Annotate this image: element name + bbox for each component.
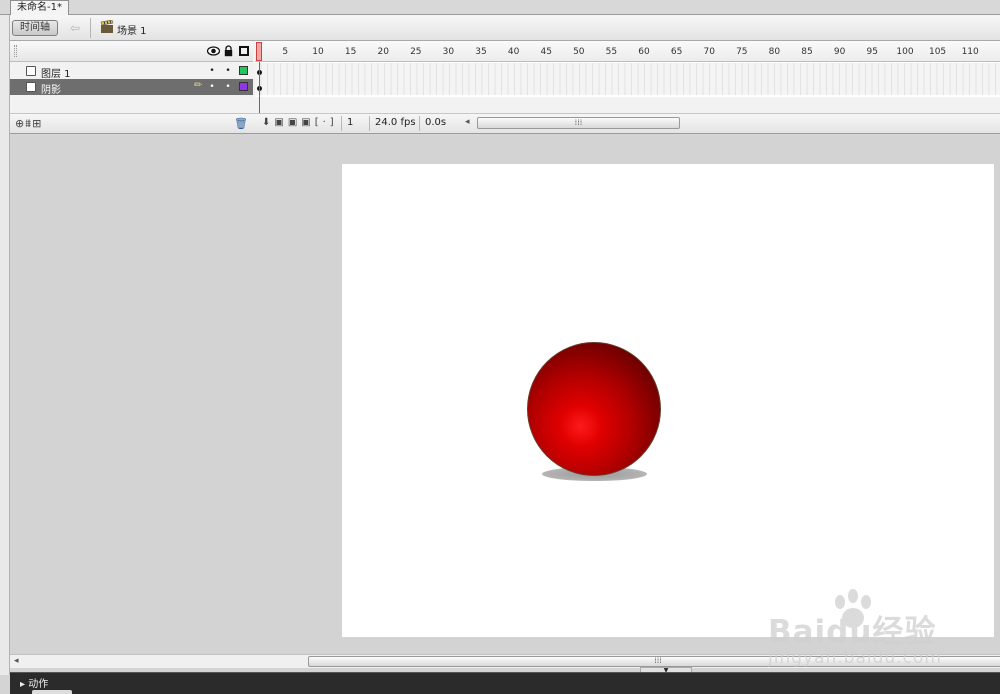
document-tab[interactable]: 未命名-1*	[10, 0, 69, 15]
eye-icon[interactable]	[207, 46, 220, 56]
left-arrow-icon[interactable]: ⇦	[70, 20, 80, 36]
edit-bar: 时间轴 ⇦ 场景 1	[10, 15, 1000, 41]
pencil-icon: ✏	[194, 80, 203, 91]
ruler-number: 65	[670, 47, 683, 57]
outline-icon[interactable]	[239, 46, 249, 56]
watermark-url: jingyan.baidu.com	[768, 648, 942, 668]
actions-panel: ▸ 动作	[10, 672, 1000, 694]
left-panel-edge	[0, 15, 10, 675]
timeline-toggle-button[interactable]: 时间轴	[12, 20, 58, 36]
clapperboard-icon	[100, 20, 114, 33]
playhead-line	[259, 62, 260, 115]
ruler-number: 90	[833, 47, 846, 57]
document-tab-strip: 未命名-1*	[0, 0, 1000, 15]
watermark-text: Baidu经验	[768, 614, 937, 650]
scene-label[interactable]: 场景 1	[117, 22, 147, 37]
ruler-number: 75	[736, 47, 748, 57]
red-ball[interactable]	[527, 342, 661, 476]
ruler-number: 85	[801, 47, 813, 57]
layer-icon	[26, 82, 36, 92]
ruler-number: 70	[703, 47, 715, 57]
time-field: 0.0s	[419, 116, 451, 131]
ruler-number: 50	[573, 47, 585, 57]
fps-field[interactable]: 24.0 fps	[369, 116, 421, 131]
frame-grid[interactable]	[255, 63, 1000, 95]
ruler-number: 10	[312, 47, 324, 57]
ruler-number: 45	[540, 47, 552, 57]
ruler-number: 95	[866, 47, 878, 57]
ruler-number: 60	[638, 47, 650, 57]
playhead[interactable]	[256, 42, 262, 61]
frame-ruler[interactable]: 5 10 15 20 25 30 35 40 45 50 55 60 65 70 75 80 85 90 95 100…	[255, 41, 1000, 62]
ruler-number: 15	[344, 47, 357, 57]
trash-icon[interactable]: 🗑	[234, 117, 248, 130]
actions-label: 动作	[28, 679, 49, 690]
layer-name[interactable]: 阴影	[41, 81, 61, 96]
layer-icon	[26, 66, 36, 76]
lock-dot[interactable]: •	[224, 66, 232, 76]
timeline-panel: 图层 1 • • 阴影 ✏ • • 5 10 15 20 25 30 35 40 45 50 55 6…	[10, 41, 1000, 134]
scroll-left-icon[interactable]: ◂	[465, 117, 470, 127]
pasteboard[interactable]	[10, 136, 1000, 654]
ruler-number: 30	[442, 47, 455, 57]
layer-row-2[interactable]: 阴影 ✏ • •	[10, 79, 253, 96]
panel-grip[interactable]	[14, 45, 17, 57]
ruler-number: 100	[896, 47, 914, 57]
timeline-scrollbar-thumb[interactable]: ⁞⁞⁞	[477, 117, 680, 129]
ruler-number: 80	[768, 47, 781, 57]
scroll-left-icon[interactable]: ◂	[14, 656, 19, 666]
layer-header	[10, 41, 253, 62]
actions-panel-title[interactable]: ▸ 动作	[20, 675, 48, 690]
ruler-number: 55	[605, 47, 618, 57]
toolbar-divider	[90, 18, 91, 38]
current-frame-field: 1	[341, 116, 365, 131]
actions-tab[interactable]	[32, 690, 72, 694]
ruler-number: 5	[282, 47, 289, 57]
ruler-number: 40	[507, 47, 520, 57]
layer-color-swatch[interactable]	[239, 82, 248, 91]
frame-area[interactable]: 5 10 15 20 25 30 35 40 45 50 55 60 65 70 75 80 85 90 95 100…	[255, 41, 1000, 97]
timeline-footer: ⊕⩩⊞ 🗑 ⬇▣▣▣[·] 1 24.0 fps 0.0s ◂ ⁞⁞⁞	[10, 113, 1000, 133]
add-layer-icon[interactable]: ⊕⩩⊞	[15, 117, 42, 131]
visibility-dot[interactable]: •	[208, 82, 216, 92]
layer-color-swatch[interactable]	[239, 66, 248, 75]
onion-skin-icon[interactable]: ⬇▣▣▣[·]	[262, 117, 338, 128]
ruler-number: 110	[961, 47, 979, 57]
stage[interactable]	[342, 164, 994, 637]
ruler-number: 35	[475, 47, 487, 57]
baidu-watermark: Baidu经验 jingyan.baidu.com	[768, 588, 988, 668]
visibility-dot[interactable]: •	[208, 66, 216, 76]
layer-name[interactable]: 图层 1	[41, 65, 71, 80]
lock-dot[interactable]: •	[224, 82, 232, 92]
lock-icon[interactable]	[224, 45, 233, 57]
ruler-number: 105	[928, 47, 947, 57]
ruler-number: 20	[377, 47, 389, 57]
expand-arrow-icon: ▸	[20, 679, 26, 690]
layer-row-1[interactable]: 图层 1 • •	[10, 63, 253, 80]
ruler-number: 25	[410, 47, 422, 57]
